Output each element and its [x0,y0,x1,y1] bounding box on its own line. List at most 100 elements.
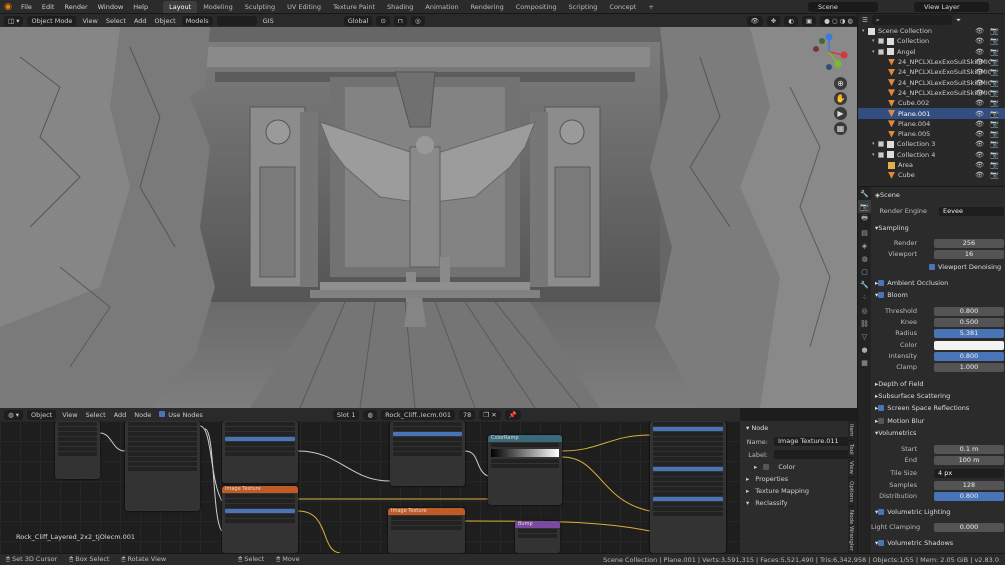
visibility-toggle-icon[interactable]: 👁 📷 [975,79,1001,87]
visibility-toggle-icon[interactable]: 👁 📷 [975,110,1001,118]
outliner-row[interactable]: ▾ Collection 4 👁 📷 [858,150,1005,160]
render-tab-icon[interactable]: 📷 [858,200,871,213]
shading-solid-icon[interactable]: ● ○ ◑ ◍ [820,15,857,26]
outliner-row[interactable]: 24_NPCLXLexExoSuitSkinMIC... 👁 📷 [858,57,1005,67]
color-ramp-gradient[interactable] [491,449,559,457]
scene-tab-icon[interactable]: ◈ [858,239,871,252]
mode-dropdown[interactable]: Object Mode [27,15,77,26]
tile-size-dropdown[interactable]: 4 px [934,468,1004,478]
viewport-menu-add[interactable]: Add [132,17,149,25]
outliner-row[interactable]: 24_NPCLXLexExoSuitSkinMIC... 👁 📷 [858,67,1005,77]
pin-icon[interactable]: 📌 [504,409,521,420]
visibility-toggle-icon[interactable]: 👁 📷 [975,68,1001,76]
tab-layout[interactable]: Layout [163,0,198,13]
scene-selector[interactable]: Scene [808,2,878,12]
viewport-search-input[interactable] [216,15,257,26]
viewport-menu-view[interactable]: View [80,17,99,25]
visibility-toggle-icon[interactable]: 👁 📷 [975,151,1001,159]
node-bump[interactable]: Bump [515,521,560,553]
viewport-menu-object[interactable]: Object [153,17,178,25]
properties-panel[interactable]: ▸ Properties [740,473,857,485]
vol-samples-field[interactable]: 128 [934,480,1004,490]
render-samples-field[interactable]: 256 [934,238,1004,248]
motion-blur-panel[interactable]: ▸ Motion Blur [871,416,1005,426]
visibility-toggle-icon[interactable]: 👁 📷 [975,89,1001,97]
3d-viewport[interactable]: ⊕ ✋ ▶ ▦ [0,27,857,408]
world-tab-icon[interactable]: ◍ [858,252,871,265]
knee-field[interactable]: 0.500 [934,317,1004,327]
outliner-row[interactable]: ▾ Collection 3 👁 📷 [858,139,1005,149]
outliner-search-input[interactable]: ⌕ [871,15,952,25]
outliner-row[interactable]: ▾ Collection 👁 📷 [858,36,1005,46]
tab-shading[interactable]: Shading [381,1,419,13]
node-type-dropdown[interactable]: Object [27,409,57,420]
menu-edit[interactable]: Edit [37,3,60,11]
material-tab-icon[interactable]: ● [858,343,871,356]
tab-node-wrangler[interactable]: Node Wrangler [848,507,854,555]
visibility-toggle-icon[interactable]: 👁 📷 [975,27,1001,35]
exclude-checkbox[interactable] [878,151,884,158]
object-tab-icon[interactable]: ▢ [858,265,871,278]
models-dropdown[interactable]: Models [181,15,213,26]
color-checkbox[interactable] [763,464,770,470]
filter-icon[interactable]: ⏷ [956,16,961,25]
orientation-dropdown[interactable]: Global [343,15,373,26]
node-image-texture-1[interactable] [222,421,298,483]
ambient-occlusion-panel[interactable]: ▸ Ambient Occlusion [871,278,1005,288]
use-nodes-checkbox[interactable]: Use Nodes [157,410,205,419]
node-color-ramp[interactable]: ColorRamp [488,435,562,505]
sampling-panel[interactable]: ▾ Sampling [871,223,1005,233]
visibility-toggle-icon[interactable]: 👁 📷 [975,130,1001,138]
node-panel-header[interactable]: ▾ Node [740,421,857,435]
visibility-icon[interactable]: 👁 [746,15,763,26]
gis-menu[interactable]: GIS [261,17,276,25]
tab-rendering[interactable]: Rendering [465,1,510,13]
distribution-field[interactable]: 0.800 [934,491,1004,501]
node-menu-node[interactable]: Node [132,411,153,419]
menu-help[interactable]: Help [128,3,153,11]
node-editor-canvas[interactable]: Image Texture Image Texture ColorRamp Bu… [0,421,740,553]
color-panel[interactable]: ▸ Color [740,461,857,473]
menu-render[interactable]: Render [59,3,92,11]
render-engine-dropdown[interactable]: Eevee [939,206,1004,216]
threshold-field[interactable]: 0.800 [934,306,1004,316]
outliner-row[interactable]: Plane.004 👁 📷 [858,119,1005,129]
outliner-row[interactable]: Cube.002 👁 📷 [858,98,1005,108]
gizmo-icon[interactable]: ✥ [766,15,781,26]
node-label-field[interactable] [774,450,851,459]
visibility-toggle-icon[interactable]: 👁 📷 [975,58,1001,66]
tab-item[interactable]: Item [848,421,854,441]
material-copy-icon[interactable]: ❐ ✕ [479,409,501,420]
clamp-field[interactable]: 1.000 [934,362,1004,372]
outliner-row[interactable]: Plane.005 👁 📷 [858,129,1005,139]
view-layer-tab-icon[interactable]: ▤ [858,226,871,239]
visibility-toggle-icon[interactable]: 👁 📷 [975,99,1001,107]
constraints-tab-icon[interactable]: ⛓ [858,317,871,330]
output-tab-icon[interactable]: 🖶 [858,213,871,226]
node-texture-coordinate[interactable] [55,421,100,479]
grid-icon[interactable]: ▦ [834,122,847,135]
outliner-row[interactable]: 24_NPCLXLexExoSuitSkinMIC... 👁 📷 [858,88,1005,98]
menu-file[interactable]: File [16,3,37,11]
subsurface-scattering-panel[interactable]: ▸ Subsurface Scattering [871,391,1005,401]
screen-space-reflections-panel[interactable]: ▸ Screen Space Reflections [871,403,1005,413]
intensity-field[interactable]: 0.800 [934,351,1004,361]
tab-compositing[interactable]: Compositing [510,1,563,13]
texture-tab-icon[interactable]: ▦ [858,356,871,369]
volumetric-shadows-panel[interactable]: ▾ Volumetric Shadows [871,538,1005,548]
visibility-toggle-icon[interactable]: 👁 📷 [975,140,1001,148]
viewport-menu-select[interactable]: Select [104,17,128,25]
bloom-color-swatch[interactable] [934,340,1004,350]
start-field[interactable]: 0.1 m [934,444,1004,454]
node-principled-bsdf[interactable] [650,421,726,553]
viewport-denoising-checkbox[interactable]: Viewport Denoising [871,262,1005,272]
outliner-row[interactable]: 24_NPCLXLexExoSuitSkinMIC... 👁 📷 [858,77,1005,87]
visibility-toggle-icon[interactable]: 👁 📷 [975,161,1001,169]
volumetrics-panel[interactable]: ▾ Volumetrics [871,428,1005,438]
visibility-toggle-icon[interactable]: 👁 📷 [975,48,1001,56]
exclude-checkbox[interactable] [878,38,884,45]
node-menu-add[interactable]: Add [112,411,129,419]
visibility-toggle-icon[interactable]: 👁 📷 [975,120,1001,128]
xray-icon[interactable]: ▣ [801,15,817,26]
tab-modeling[interactable]: Modeling [197,1,239,13]
